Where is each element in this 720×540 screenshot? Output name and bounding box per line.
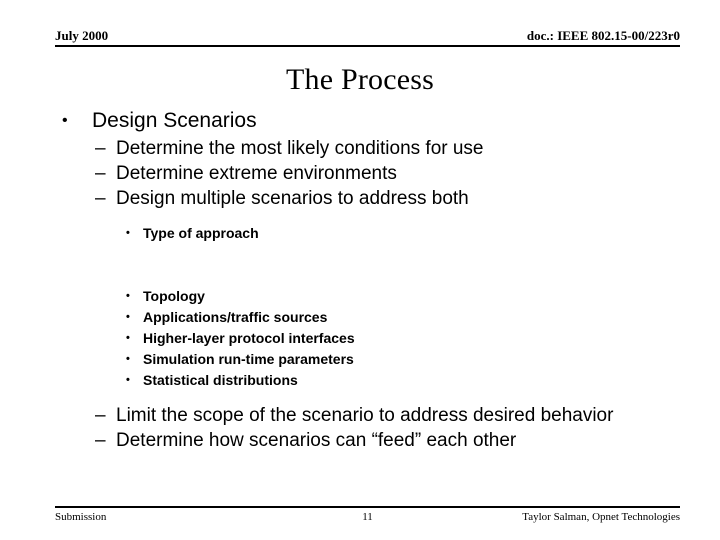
footer-divider bbox=[55, 506, 680, 508]
bullet-marker-icon: • bbox=[126, 353, 130, 365]
bullet-level2: – Determine extreme environments bbox=[95, 161, 720, 186]
bullet-level3-label: Type of approach bbox=[143, 225, 259, 241]
slide-header: July 2000 doc.: IEEE 802.15-00/223r0 bbox=[55, 28, 680, 43]
bullet-level2-label: Design multiple scenarios to address bot… bbox=[116, 188, 469, 209]
bullet-level2-label: Determine the most likely conditions for… bbox=[116, 138, 484, 159]
header-divider bbox=[55, 45, 680, 47]
bullet-marker-icon: • bbox=[62, 112, 68, 129]
bullet-level2: – Determine the most likely conditions f… bbox=[95, 136, 720, 161]
bullet-level3: • Higher-layer protocol interfaces bbox=[126, 328, 720, 349]
bullet-level2-label: Determine how scenarios can “feed” each … bbox=[116, 430, 517, 451]
bullet-level3: • Type of approach bbox=[126, 223, 720, 244]
bullet-level3-label: Statistical distributions bbox=[143, 372, 298, 388]
bullet-marker-icon: • bbox=[126, 374, 130, 386]
bullet-level2: – Design multiple scenarios to address b… bbox=[95, 186, 720, 211]
bullet-level1-label: Design Scenarios bbox=[92, 109, 257, 132]
bullet-marker-icon: • bbox=[126, 311, 130, 323]
footer-author-label: Taylor Salman, Opnet Technologies bbox=[522, 511, 680, 523]
header-date: July 2000 bbox=[55, 28, 109, 43]
dash-marker-icon: – bbox=[95, 430, 106, 451]
bullet-level2: – Limit the scope of the scenario to add… bbox=[95, 403, 661, 428]
page-title: The Process bbox=[286, 63, 434, 96]
dash-marker-icon: – bbox=[95, 405, 106, 426]
bullet-level2-label: Limit the scope of the scenario to addre… bbox=[116, 405, 614, 426]
dash-marker-icon: – bbox=[95, 163, 106, 184]
bullet-level3-label: Higher-layer protocol interfaces bbox=[143, 330, 355, 346]
bullet-level3-label: Applications/traffic sources bbox=[143, 309, 328, 325]
bullet-level3: • Statistical distributions bbox=[126, 370, 720, 391]
header-document-id: doc.: IEEE 802.15-00/223r0 bbox=[526, 28, 680, 43]
bullet-level3: • Applications/traffic sources bbox=[126, 307, 720, 328]
slide: July 2000 doc.: IEEE 802.15-00/223r0 The… bbox=[0, 0, 720, 540]
bullet-marker-icon: • bbox=[126, 290, 130, 302]
bullet-level3: • Topology bbox=[126, 286, 720, 307]
dash-marker-icon: – bbox=[95, 188, 106, 209]
bullet-level2: – Determine how scenarios can “feed” eac… bbox=[95, 428, 720, 453]
dash-marker-icon: – bbox=[95, 138, 106, 159]
bullet-level1: • Design Scenarios bbox=[62, 106, 720, 136]
bullet-level2-label: Determine extreme environments bbox=[116, 163, 397, 184]
bullet-level3-label: Simulation run-time parameters bbox=[143, 351, 354, 367]
bullet-level3-label: Topology bbox=[143, 288, 205, 304]
slide-body: • Design Scenarios – Determine the most … bbox=[0, 106, 720, 453]
bullet-marker-icon: • bbox=[126, 227, 130, 239]
bullet-level3: • Simulation run-time parameters bbox=[126, 349, 720, 370]
bullet-marker-icon: • bbox=[126, 332, 130, 344]
